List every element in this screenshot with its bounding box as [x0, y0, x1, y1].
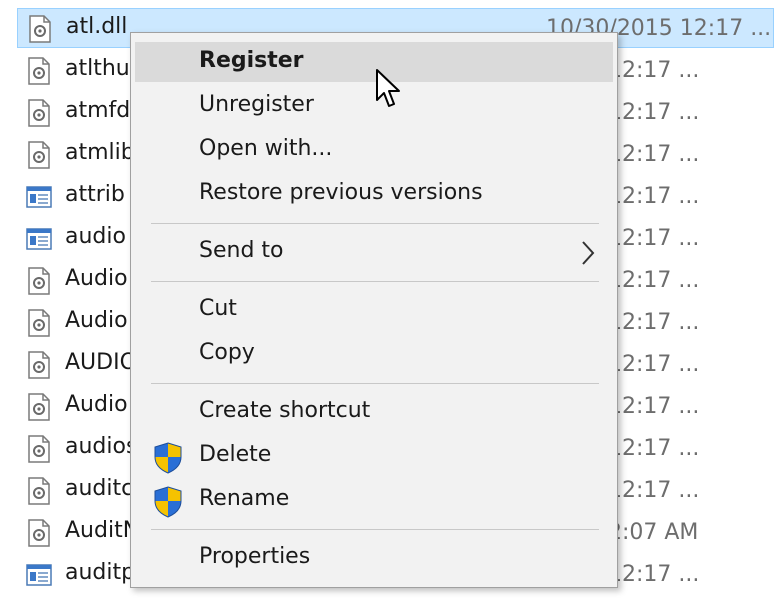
- dll-file-icon: [28, 519, 50, 547]
- file-name: Audio: [65, 392, 128, 417]
- menu-item-label: Restore previous versions: [199, 180, 483, 205]
- dll-file-icon: [28, 267, 50, 295]
- menu-separator: [151, 383, 599, 384]
- file-name: audios: [65, 434, 138, 459]
- file-name: atl.dll: [66, 14, 128, 39]
- menu-item-open-with[interactable]: Open with...: [135, 130, 613, 170]
- file-name: Audio: [65, 266, 128, 291]
- dll-file-icon: [28, 309, 50, 337]
- menu-item-label: Send to: [199, 238, 284, 263]
- menu-item-rename[interactable]: Rename: [135, 480, 613, 520]
- file-name: attrib: [65, 182, 125, 207]
- uac-shield-icon: [154, 442, 182, 474]
- dll-file-icon: [28, 435, 50, 463]
- menu-item-properties[interactable]: Properties: [135, 538, 613, 578]
- dll-file-icon: [28, 57, 50, 85]
- submenu-arrow-icon: [582, 241, 595, 265]
- menu-item-label: Open with...: [199, 136, 333, 161]
- exe-file-icon: [26, 186, 52, 208]
- file-name: AUDIO: [65, 350, 137, 375]
- menu-item-label: Delete: [199, 442, 272, 467]
- menu-item-label: Create shortcut: [199, 398, 371, 423]
- file-name: atmfd: [65, 98, 131, 123]
- menu-item-cut[interactable]: Cut: [135, 290, 613, 330]
- menu-separator: [151, 281, 599, 282]
- file-name: audio: [65, 224, 126, 249]
- exe-file-icon: [26, 564, 52, 586]
- file-name: Audio: [65, 308, 128, 333]
- menu-item-label: Rename: [199, 486, 290, 511]
- menu-item-label: Properties: [199, 544, 311, 569]
- menu-item-label: Register: [199, 48, 304, 73]
- menu-separator: [151, 529, 599, 530]
- dll-file-icon: [28, 351, 50, 379]
- file-name: auditp: [65, 560, 136, 585]
- menu-separator: [151, 223, 599, 224]
- exe-file-icon: [26, 228, 52, 250]
- dll-file-icon: [29, 15, 51, 43]
- context-menu: Register Unregister Open with... Restore…: [130, 32, 618, 588]
- dll-file-icon: [28, 477, 50, 505]
- dll-file-icon: [28, 393, 50, 421]
- menu-item-label: Cut: [199, 296, 237, 321]
- menu-item-register[interactable]: Register: [135, 42, 613, 82]
- menu-item-create-shortcut[interactable]: Create shortcut: [135, 392, 613, 432]
- menu-item-unregister[interactable]: Unregister: [135, 86, 613, 126]
- menu-item-copy[interactable]: Copy: [135, 334, 613, 374]
- menu-item-delete[interactable]: Delete: [135, 436, 613, 476]
- menu-item-restore-previous-versions[interactable]: Restore previous versions: [135, 174, 613, 214]
- file-name: atmlib: [65, 140, 135, 165]
- uac-shield-icon: [154, 486, 182, 518]
- file-name: auditc: [65, 476, 134, 501]
- file-name: AuditN: [65, 518, 140, 543]
- menu-item-label: Copy: [199, 340, 255, 365]
- dll-file-icon: [28, 99, 50, 127]
- file-name: atlthu: [65, 56, 130, 81]
- dll-file-icon: [28, 141, 50, 169]
- menu-item-label: Unregister: [199, 92, 314, 117]
- mouse-pointer-icon: [376, 69, 400, 107]
- menu-item-send-to[interactable]: Send to: [135, 232, 613, 272]
